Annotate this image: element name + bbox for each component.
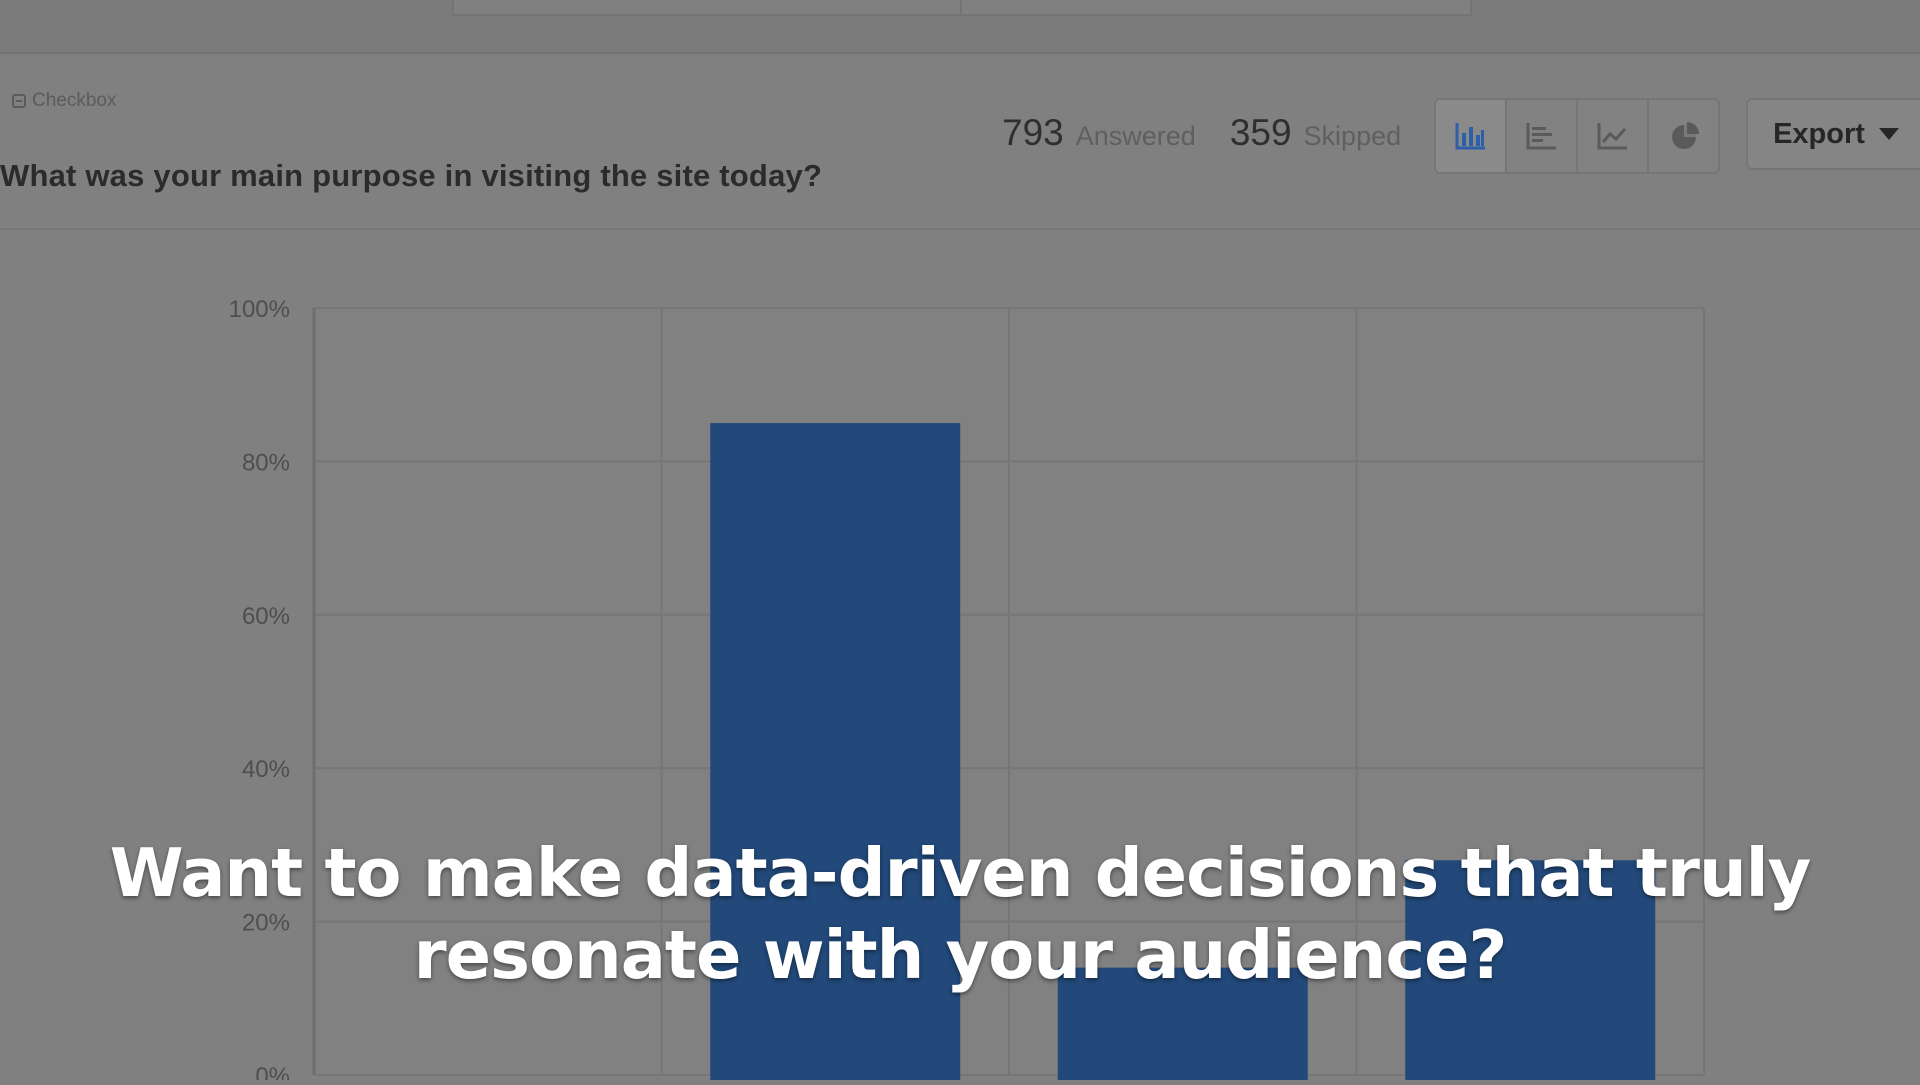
caption-line-1: Want to make data-driven decisions that … bbox=[109, 834, 1812, 912]
skipped-count: 359 bbox=[1229, 112, 1292, 153]
pie-chart-icon bbox=[1671, 122, 1699, 149]
chevron-down-icon bbox=[1878, 128, 1899, 140]
vertical-bar-chart-icon bbox=[1455, 123, 1485, 150]
skipped-label: Skipped bbox=[1303, 121, 1402, 151]
line-chart-icon bbox=[1597, 123, 1627, 150]
question-type-label: Checkbox bbox=[32, 90, 117, 111]
vertical-bar-view-button[interactable] bbox=[1436, 100, 1507, 172]
answered-count: 793 bbox=[1002, 112, 1064, 153]
y-tick-label: 60% bbox=[242, 603, 290, 630]
response-stats: 793 Answered 359 Skipped bbox=[1002, 112, 1423, 154]
question-type: Checkbox bbox=[12, 90, 117, 112]
line-view-button[interactable] bbox=[1578, 100, 1649, 172]
horizontal-bar-chart-icon bbox=[1526, 123, 1556, 150]
caption-line-2: resonate with your audience? bbox=[413, 916, 1508, 994]
chart-view-toggle bbox=[1434, 98, 1720, 174]
export-button[interactable]: Export bbox=[1746, 98, 1920, 170]
top-cell bbox=[452, 0, 964, 16]
y-tick-label: 0% bbox=[255, 1063, 290, 1080]
y-tick-label: 40% bbox=[242, 756, 290, 783]
export-label: Export bbox=[1773, 117, 1865, 150]
y-tick-label: 80% bbox=[242, 449, 290, 476]
pie-view-button[interactable] bbox=[1649, 100, 1718, 172]
top-strip bbox=[0, 0, 1920, 54]
answered-label: Answered bbox=[1075, 121, 1196, 151]
question-title: What was your main purpose in visiting t… bbox=[0, 158, 823, 193]
top-cell bbox=[960, 0, 1472, 16]
y-tick-label: 100% bbox=[229, 296, 290, 323]
video-caption: Want to make data-driven decisions that … bbox=[0, 832, 1920, 996]
horizontal-bar-view-button[interactable] bbox=[1507, 100, 1578, 172]
checkbox-icon bbox=[12, 94, 26, 108]
